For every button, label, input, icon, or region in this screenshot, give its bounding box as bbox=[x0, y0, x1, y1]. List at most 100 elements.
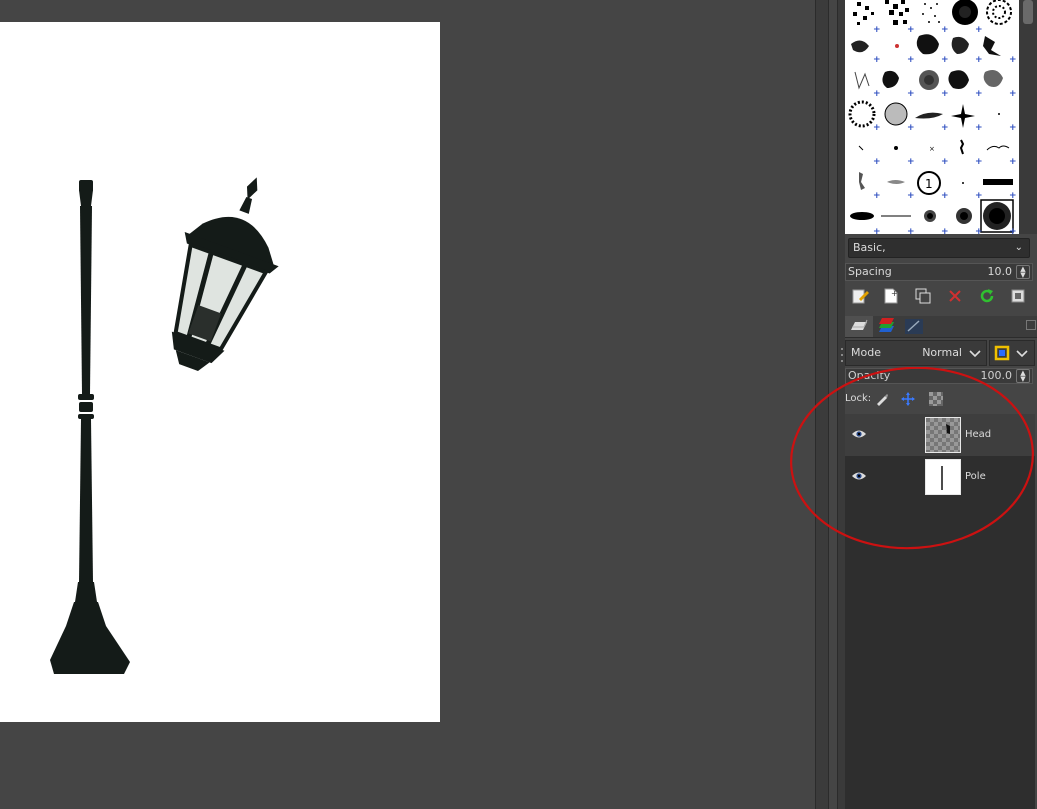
svg-text:+: + bbox=[1009, 191, 1017, 201]
open-brush-as-image-icon[interactable] bbox=[1010, 287, 1028, 305]
head-thumb-art bbox=[946, 424, 950, 434]
svg-text:+: + bbox=[907, 227, 915, 234]
svg-text:+: + bbox=[975, 25, 983, 35]
brush-row-0 bbox=[853, 0, 1012, 25]
opacity-slider[interactable]: Opacity 100.0 ▲ ▼ bbox=[845, 368, 1033, 384]
chevron-down-icon bbox=[969, 350, 981, 358]
panel-gap bbox=[829, 0, 837, 809]
delete-brush-icon[interactable] bbox=[946, 287, 964, 305]
svg-text:+: + bbox=[941, 89, 949, 99]
dock-grip-handle[interactable] bbox=[931, 310, 951, 325]
brush-scroll-thumb[interactable] bbox=[1023, 0, 1033, 24]
svg-text:+: + bbox=[873, 55, 881, 65]
brush-scrollbar[interactable] bbox=[1019, 0, 1037, 234]
svg-text:+: + bbox=[907, 89, 915, 99]
svg-text:+: + bbox=[941, 25, 949, 35]
svg-text:+: + bbox=[907, 55, 915, 65]
svg-text:+: + bbox=[941, 191, 949, 201]
svg-text:+: + bbox=[907, 191, 915, 201]
layer-thumbnail-pole bbox=[925, 459, 961, 495]
svg-text:+: + bbox=[907, 25, 915, 35]
channels-tab-icon bbox=[879, 318, 894, 332]
lock-row: Lock: bbox=[845, 390, 1037, 410]
refresh-brushes-icon[interactable] bbox=[978, 287, 996, 305]
layer-thumbnail-head bbox=[925, 417, 961, 453]
mode-value: Normal bbox=[922, 346, 962, 359]
tab-paths[interactable] bbox=[901, 316, 929, 337]
lock-pixels-icon[interactable] bbox=[875, 392, 889, 406]
tab-layers[interactable] bbox=[845, 316, 873, 337]
new-brush-icon[interactable]: + bbox=[882, 287, 900, 305]
right-dock: × 1 + + + + + + + + + + + + + + + + + + … bbox=[845, 0, 1037, 809]
brush-set-dropdown[interactable]: Basic, ⌄ bbox=[848, 238, 1030, 258]
tab-menu-icon[interactable] bbox=[1026, 320, 1036, 330]
svg-text:+: + bbox=[941, 123, 949, 133]
layer-row-head[interactable]: Head bbox=[845, 414, 1035, 456]
brush-set-label: Basic, bbox=[853, 241, 886, 254]
svg-text:×: × bbox=[929, 145, 935, 153]
lock-position-icon[interactable] bbox=[901, 392, 915, 406]
lamp-pole bbox=[50, 180, 130, 674]
pole-thumb-art bbox=[941, 466, 943, 490]
brush-row-2 bbox=[854, 70, 1003, 90]
mode-row: Mode Normal bbox=[845, 340, 1037, 366]
svg-text:+: + bbox=[975, 157, 983, 167]
brush-row-5: 1 bbox=[859, 171, 1013, 195]
svg-text:+: + bbox=[975, 123, 983, 133]
lock-alpha-icon[interactable] bbox=[929, 392, 943, 406]
svg-text:+: + bbox=[1009, 89, 1017, 99]
svg-text:+: + bbox=[873, 123, 881, 133]
lamp-head bbox=[171, 177, 279, 371]
brush-toolbar: + bbox=[845, 285, 1037, 307]
layer-list[interactable]: Head Pole bbox=[845, 414, 1035, 809]
spacing-label: Spacing bbox=[848, 265, 892, 278]
layer-name[interactable]: Head bbox=[965, 414, 991, 456]
brush-grid[interactable]: × 1 + + + + + + + + + + + + + + + + + + … bbox=[845, 0, 1019, 234]
svg-text:+: + bbox=[873, 89, 881, 99]
eye-icon[interactable] bbox=[851, 470, 867, 482]
svg-text:+: + bbox=[907, 157, 915, 167]
eye-icon[interactable] bbox=[851, 428, 867, 440]
spacing-slider[interactable]: Spacing 10.0 ▲ ▼ bbox=[845, 263, 1033, 281]
brush-previews: × 1 + + + + + + + + + + + + + + + + + + … bbox=[848, 0, 1017, 234]
dock-resize-handle[interactable] bbox=[837, 0, 845, 809]
svg-text:+: + bbox=[975, 89, 983, 99]
lock-label: Lock: bbox=[845, 393, 872, 404]
svg-text:+: + bbox=[941, 227, 949, 234]
svg-text:+: + bbox=[907, 123, 915, 133]
brush-row-4: × bbox=[858, 139, 1010, 155]
spacing-value: 10.0 bbox=[987, 265, 1013, 278]
svg-text:+: + bbox=[975, 227, 983, 234]
opacity-label: Opacity bbox=[848, 369, 891, 382]
brush-row-1 bbox=[851, 34, 1001, 56]
svg-text:1: 1 bbox=[925, 177, 933, 191]
composite-mode-dropdown[interactable] bbox=[989, 340, 1035, 366]
canvas-area[interactable] bbox=[0, 0, 815, 809]
image-canvas[interactable] bbox=[0, 22, 440, 722]
layer-row-pole[interactable]: Pole bbox=[845, 456, 1035, 498]
mode-dropdown[interactable]: Mode Normal bbox=[845, 340, 987, 366]
spinner-icon[interactable]: ▲ ▼ bbox=[1016, 369, 1030, 383]
svg-text:+: + bbox=[975, 55, 983, 65]
layers-tab-icon bbox=[851, 319, 868, 330]
chevron-down-icon: ⌄ bbox=[1014, 242, 1023, 253]
layers-dock-tabs bbox=[845, 316, 1037, 338]
tab-channels[interactable] bbox=[873, 316, 901, 337]
gimp-window: × 1 + + + + + + + + + + + + + + + + + + … bbox=[0, 0, 1037, 809]
svg-text:+: + bbox=[873, 191, 881, 201]
mode-label: Mode bbox=[851, 346, 881, 359]
svg-text:+: + bbox=[1009, 157, 1017, 167]
edit-brush-icon[interactable] bbox=[851, 287, 869, 305]
svg-text:+: + bbox=[891, 289, 898, 298]
svg-text:+: + bbox=[873, 157, 881, 167]
svg-text:+: + bbox=[975, 191, 983, 201]
duplicate-brush-icon[interactable] bbox=[914, 287, 932, 305]
layer-name[interactable]: Pole bbox=[965, 456, 986, 498]
svg-text:+: + bbox=[941, 55, 949, 65]
svg-text:+: + bbox=[873, 227, 881, 234]
svg-text:+: + bbox=[941, 157, 949, 167]
composite-mode-icon bbox=[994, 345, 1028, 361]
paths-tab-icon bbox=[905, 319, 923, 334]
canvas-scroll-separator[interactable] bbox=[815, 0, 829, 809]
spinner-icon[interactable]: ▲ ▼ bbox=[1016, 265, 1030, 279]
